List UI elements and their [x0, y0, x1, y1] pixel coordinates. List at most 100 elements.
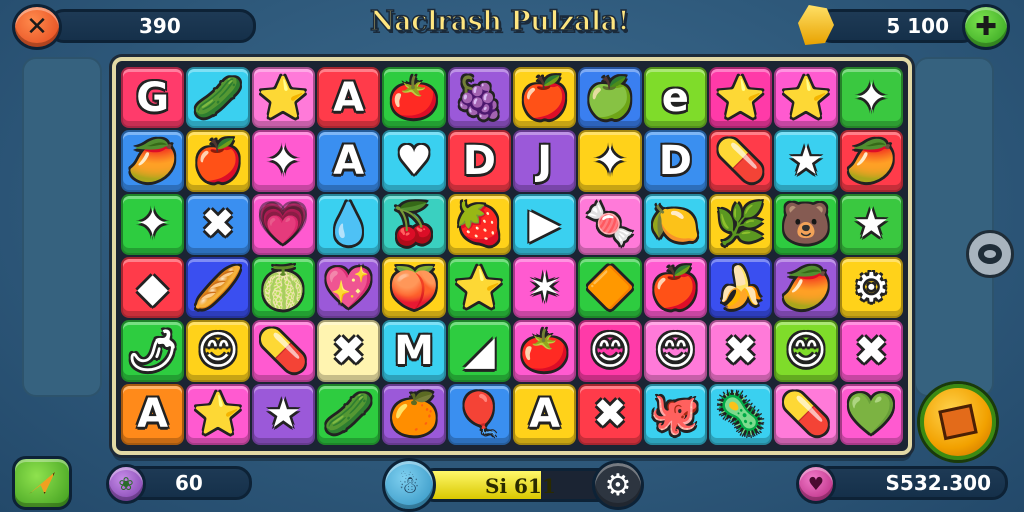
tile-lemon[interactable]: 🍋 [643, 193, 707, 255]
tile-banana[interactable]: 🍌 [708, 256, 773, 319]
tile-face[interactable]: 😊 [643, 320, 707, 382]
right-side-panel [914, 57, 994, 397]
tile-star[interactable]: ★ [839, 193, 903, 255]
tile-star[interactable]: ⭐ [251, 67, 315, 129]
tile-heart[interactable]: 💗 [251, 193, 315, 255]
tile-letter[interactable]: A [316, 67, 381, 129]
star-icon: ★ [265, 391, 302, 438]
tile-mango[interactable]: 🥭 [774, 256, 838, 319]
tile-tomato[interactable]: 🍅 [382, 67, 446, 129]
tile-leaf[interactable]: 🌿 [708, 193, 773, 255]
tile-star[interactable]: ✦ [251, 130, 315, 192]
tile-face[interactable]: 😊 [186, 320, 250, 382]
character-icon[interactable]: ☃ [382, 458, 436, 512]
arrow-icon: ▶ [529, 201, 561, 248]
tile-baguette[interactable]: 🥖 [186, 256, 250, 319]
tile-cross[interactable]: ✖ [839, 320, 903, 382]
tile-pepper[interactable]: 🌶 [121, 320, 185, 382]
tile-apple[interactable]: 🍎 [643, 256, 707, 319]
tile-letter[interactable]: G [121, 67, 185, 129]
star-icon: ✦ [135, 201, 170, 248]
tile-star[interactable]: ⭐ [708, 67, 773, 129]
tile-bug[interactable]: 🦠 [708, 383, 773, 445]
tile-star[interactable]: ⭐ [774, 67, 838, 129]
tile-berry[interactable]: 🍓 [447, 193, 511, 255]
cherry-icon: 🍒 [389, 201, 439, 248]
tile-star[interactable]: ⭐ [186, 383, 250, 445]
tile-star[interactable]: ✦ [839, 67, 903, 129]
tile-star[interactable]: ✶ [512, 256, 577, 319]
tile-mango[interactable]: 🥭 [121, 130, 185, 192]
tile-cherry[interactable]: 🍒 [382, 193, 446, 255]
tile-letter[interactable]: D [447, 130, 511, 192]
tile-orange[interactable]: 🍊 [382, 383, 446, 445]
letter-icon: A [333, 137, 365, 184]
gems-icon: ♥ [796, 464, 836, 504]
tile-capsule[interactable]: 💊 [251, 320, 315, 382]
tile-flower[interactable]: ⚙ [839, 256, 903, 319]
tile-capsule[interactable]: 💊 [774, 383, 838, 445]
tile-cross[interactable]: ✖ [708, 320, 773, 382]
booster-button[interactable] [920, 384, 996, 460]
heart-gem-icon: ♥ [807, 473, 825, 495]
tile-heart[interactable]: 💚 [839, 383, 903, 445]
tile-gem[interactable]: ◆ [121, 256, 185, 319]
settings-button[interactable]: ⚙ [592, 460, 644, 510]
level-label: Si 611 [485, 474, 556, 498]
tile-star[interactable]: ★ [774, 130, 838, 192]
cross-icon: ✖ [723, 327, 758, 374]
tile-letter[interactable]: D [643, 130, 707, 192]
tile-drop[interactable]: 💧 [316, 193, 381, 255]
tile-candy[interactable]: 🍬 [578, 193, 642, 255]
tile-heart[interactable]: 💖 [316, 256, 381, 319]
tile-shape[interactable]: ◢ [447, 320, 511, 382]
tile-star[interactable]: ⭐ [447, 256, 511, 319]
tile-apple[interactable]: 🍎 [186, 130, 250, 192]
tile-capsule[interactable]: 💊 [708, 130, 773, 192]
plum-icon: 🍑 [389, 264, 439, 311]
ring-button[interactable] [966, 230, 1014, 278]
tile-arrow[interactable]: ▶ [512, 193, 577, 255]
cube-icon [938, 403, 978, 441]
tile-cross[interactable]: ✖ [316, 320, 381, 382]
tile-mango[interactable]: 🥭 [839, 130, 903, 192]
star-icon: ⭐ [454, 264, 505, 311]
tile-letter[interactable]: e [643, 67, 707, 129]
tile-balloon[interactable]: 🎈 [447, 383, 511, 445]
tile-letter[interactable]: M [382, 320, 446, 382]
tile-star[interactable]: ✦ [121, 193, 185, 255]
close-button[interactable]: ✕ [12, 4, 62, 50]
add-coins-button[interactable]: ✚ [962, 4, 1010, 50]
tile-face[interactable]: 😊 [774, 320, 838, 382]
tile-star[interactable]: ★ [251, 383, 315, 445]
share-button[interactable] [12, 456, 72, 510]
tile-cross[interactable]: ✖ [186, 193, 250, 255]
star-icon: ✶ [527, 264, 562, 311]
arrow-icon [29, 472, 55, 494]
tile-heart[interactable]: ♥ [382, 130, 446, 192]
tile-letter[interactable]: J [512, 130, 577, 192]
star-icon: ⭐ [193, 391, 243, 438]
tile-pickle[interactable]: 🥒 [186, 67, 250, 129]
tile-star[interactable]: ✦ [578, 130, 642, 192]
tile-tomato[interactable]: 🍅 [512, 320, 577, 382]
tile-face[interactable]: 😊 [578, 320, 642, 382]
tile-apple[interactable]: 🍎 [512, 67, 577, 129]
tile-blob[interactable]: 🍇 [447, 67, 511, 129]
tile-apple[interactable]: 🍏 [578, 67, 642, 129]
tile-pickle[interactable]: 🥒 [316, 383, 381, 445]
tile-cross[interactable]: ✖ [578, 383, 642, 445]
baguette-icon: 🥖 [193, 264, 243, 311]
tile-letter[interactable]: A [316, 130, 381, 192]
tile-bear[interactable]: 🐻 [774, 193, 838, 255]
heart-icon: 💚 [846, 391, 897, 438]
tile-blob[interactable]: 🐙 [643, 383, 707, 445]
tile-plum[interactable]: 🍑 [382, 256, 446, 319]
tile-letter[interactable]: A [121, 383, 185, 445]
tile-letter[interactable]: A [512, 383, 577, 445]
letter-icon: D [462, 137, 496, 184]
tile-gem[interactable]: 🔶 [578, 256, 642, 319]
pickle-icon: 🥒 [323, 391, 374, 438]
letter-icon: M [394, 327, 434, 374]
tile-melon[interactable]: 🍈 [251, 256, 315, 319]
